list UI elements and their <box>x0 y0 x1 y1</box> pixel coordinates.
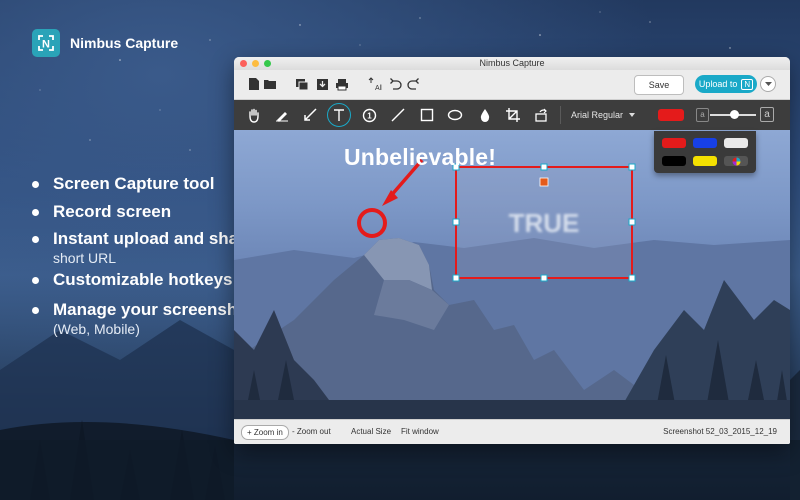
bullet <box>32 208 39 216</box>
bullet <box>32 180 39 188</box>
color-swatch-black[interactable] <box>662 156 686 166</box>
upload-options-button[interactable] <box>760 76 776 92</box>
size-slider-handle[interactable] <box>730 110 739 119</box>
annotation-text[interactable]: Unbelievable! <box>344 144 496 171</box>
upload-label: Upload to <box>698 79 738 89</box>
crop-icon[interactable] <box>505 107 521 123</box>
actual-size-button[interactable]: Actual Size <box>351 427 391 436</box>
color-swatch-white[interactable] <box>724 138 748 148</box>
rotate-handle[interactable] <box>539 177 549 187</box>
font-select[interactable]: Arial Regular <box>571 110 636 120</box>
color-swatch-red[interactable] <box>662 138 686 148</box>
brand-name: Nimbus Capture <box>70 35 179 51</box>
feature-label: Instant upload and share <box>53 229 255 248</box>
feature-label: Manage your screenshots <box>53 300 263 319</box>
blur-icon[interactable] <box>477 107 493 123</box>
numbered-step-icon[interactable]: 1 <box>361 107 377 123</box>
new-file-icon[interactable] <box>247 77 261 91</box>
svg-text:N: N <box>42 39 50 51</box>
window-title: Nimbus Capture <box>479 58 545 68</box>
nimbus-logo-icon: N <box>32 29 60 57</box>
line-icon[interactable] <box>390 107 406 123</box>
annotation-layer: TRUE <box>357 158 636 282</box>
file-name: Screenshot 52_03_2015_12_19 <box>663 427 777 436</box>
image-canvas[interactable]: TRUE <box>234 130 790 420</box>
zoom-window-button[interactable] <box>264 60 271 67</box>
zoom-in-button[interactable]: + Zoom in <box>241 425 289 440</box>
svg-text:All: All <box>375 85 382 91</box>
close-window-button[interactable] <box>240 60 247 67</box>
pen-icon[interactable] <box>274 107 290 123</box>
bullet <box>32 235 39 243</box>
open-folder-icon[interactable] <box>263 77 277 91</box>
brand: N Nimbus Capture <box>32 29 178 57</box>
zoom-out-button[interactable]: - Zoom out <box>292 427 331 436</box>
font-name: Arial Regular <box>571 110 624 120</box>
nimbus-note-icon: N <box>741 78 754 90</box>
chevron-down-icon <box>629 113 636 117</box>
color-swatch-yellow[interactable] <box>693 156 717 166</box>
fit-window-button[interactable]: Fit window <box>401 427 439 436</box>
minimize-window-button[interactable] <box>252 60 259 67</box>
font-size-large-icon[interactable]: a <box>760 107 774 122</box>
status-bar: + Zoom in - Zoom out Actual Size Fit win… <box>234 419 790 444</box>
color-swatch-blue[interactable] <box>693 138 717 148</box>
auto-size-icon[interactable]: All <box>368 77 382 91</box>
feature-label: Customizable hotkeys <box>53 270 233 289</box>
undo-icon[interactable] <box>388 77 402 91</box>
edit-toolbar: 1 Arial Regular a a <box>234 100 790 130</box>
print-icon[interactable] <box>335 77 349 91</box>
svg-text:1: 1 <box>367 111 372 120</box>
capture-screen-icon[interactable] <box>295 77 309 91</box>
feature-label: Record screen <box>53 202 172 221</box>
main-toolbar: All Save Upload to N <box>234 70 790 100</box>
rotate-icon[interactable] <box>533 107 549 123</box>
bullet <box>32 276 39 284</box>
font-size-small-icon[interactable]: a <box>696 108 709 122</box>
text-icon[interactable] <box>327 103 351 127</box>
bullet <box>32 306 39 314</box>
window-titlebar[interactable]: Nimbus Capture <box>234 57 790 70</box>
blurred-text: TRUE <box>509 208 580 238</box>
custom-color-button[interactable] <box>724 156 748 166</box>
arrow-icon[interactable] <box>302 107 318 123</box>
hand-icon[interactable] <box>246 107 262 123</box>
color-wheel-icon <box>732 157 740 165</box>
download-icon[interactable] <box>315 77 329 91</box>
red-circle-annotation[interactable] <box>357 208 387 238</box>
save-button[interactable]: Save <box>634 75 684 95</box>
app-window: Nimbus Capture All Save Upload to N <box>234 57 790 444</box>
toolbar-divider <box>560 106 561 124</box>
upload-button[interactable]: Upload to N <box>695 75 757 93</box>
color-palette <box>654 131 756 173</box>
chevron-down-icon <box>764 81 772 86</box>
traffic-lights <box>240 60 271 67</box>
redo-icon[interactable] <box>406 77 420 91</box>
feature-label: Screen Capture tool <box>53 174 215 193</box>
color-picker-button[interactable] <box>658 109 684 121</box>
rectangle-icon[interactable] <box>419 107 435 123</box>
ellipse-icon[interactable] <box>447 107 463 123</box>
